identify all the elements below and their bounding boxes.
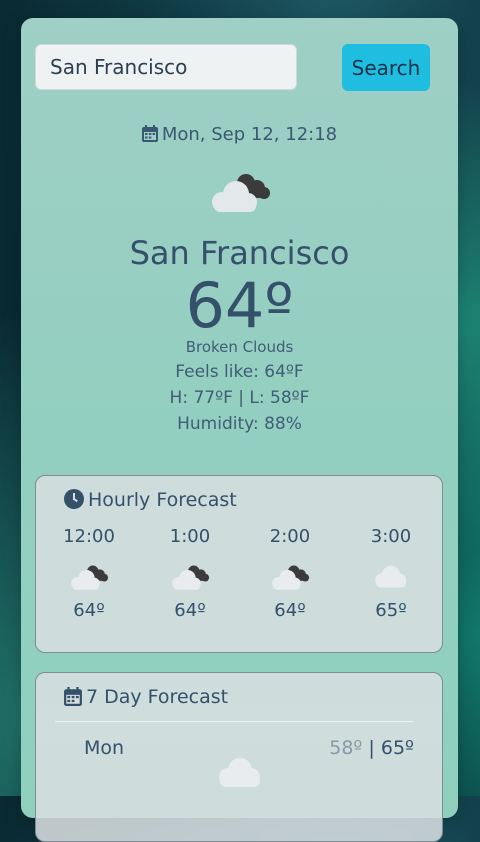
cloud-icon [351,554,431,600]
clock-icon [64,489,84,514]
humidity: Humidity: 88% [177,414,302,434]
hourly-forecast-title: Hourly Forecast [64,489,237,514]
day-low: 58º [329,737,363,759]
feels-like: Feels like: 64ºF [175,362,304,382]
hour-time: 3:00 [370,526,412,547]
day-temp-range: 58º | 65º [329,737,414,759]
hourly-title-text: Hourly Forecast [88,489,237,511]
current-date: Mon, Sep 12, 12:18 [21,124,458,147]
hourly-item: 12:00 64º [49,526,129,621]
cloud-icon [216,757,264,793]
hour-time: 12:00 [63,526,115,547]
search-button[interactable]: Search [342,44,430,91]
hourly-forecast-panel: Hourly Forecast 12:00 64º 1:00 64º 2:00 … [35,475,443,653]
hour-time: 1:00 [169,526,211,547]
search-input[interactable] [35,44,297,90]
date-text: Mon, Sep 12, 12:18 [161,124,338,145]
city-name: San Francisco [129,234,350,272]
broken-clouds-icon [208,170,272,218]
hour-temp: 64º [174,600,206,621]
hour-temp: 64º [274,600,306,621]
search-bar: Search [35,44,430,92]
hourly-item: 3:00 65º [351,526,431,621]
daily-title-text: 7 Day Forecast [86,686,229,708]
hourly-item: 2:00 64º [250,526,330,621]
hour-time: 2:00 [269,526,311,547]
day-sep: | [362,737,381,759]
day-name: Mon [84,737,125,759]
hour-temp: 65º [375,600,407,621]
current-temperature: 64º [185,269,294,342]
hourly-item: 1:00 64º [150,526,230,621]
broken-clouds-icon [49,554,129,600]
broken-clouds-icon [150,554,230,600]
weather-card: Search Mon, Sep 12, 12:18 San Francisco … [21,18,458,842]
seven-day-forecast-panel: 7 Day Forecast Mon 58º | 65º [35,672,443,842]
seven-day-forecast-title: 7 Day Forecast [64,686,228,711]
calendar-icon [141,125,158,147]
divider [55,721,413,722]
day-high: 65º [380,737,414,759]
broken-clouds-icon [250,554,330,600]
hour-temp: 64º [73,600,105,621]
high-low: H: 77ºF | L: 58ºF [169,388,310,408]
weather-description: Broken Clouds [185,338,294,356]
calendar-icon [64,687,82,711]
